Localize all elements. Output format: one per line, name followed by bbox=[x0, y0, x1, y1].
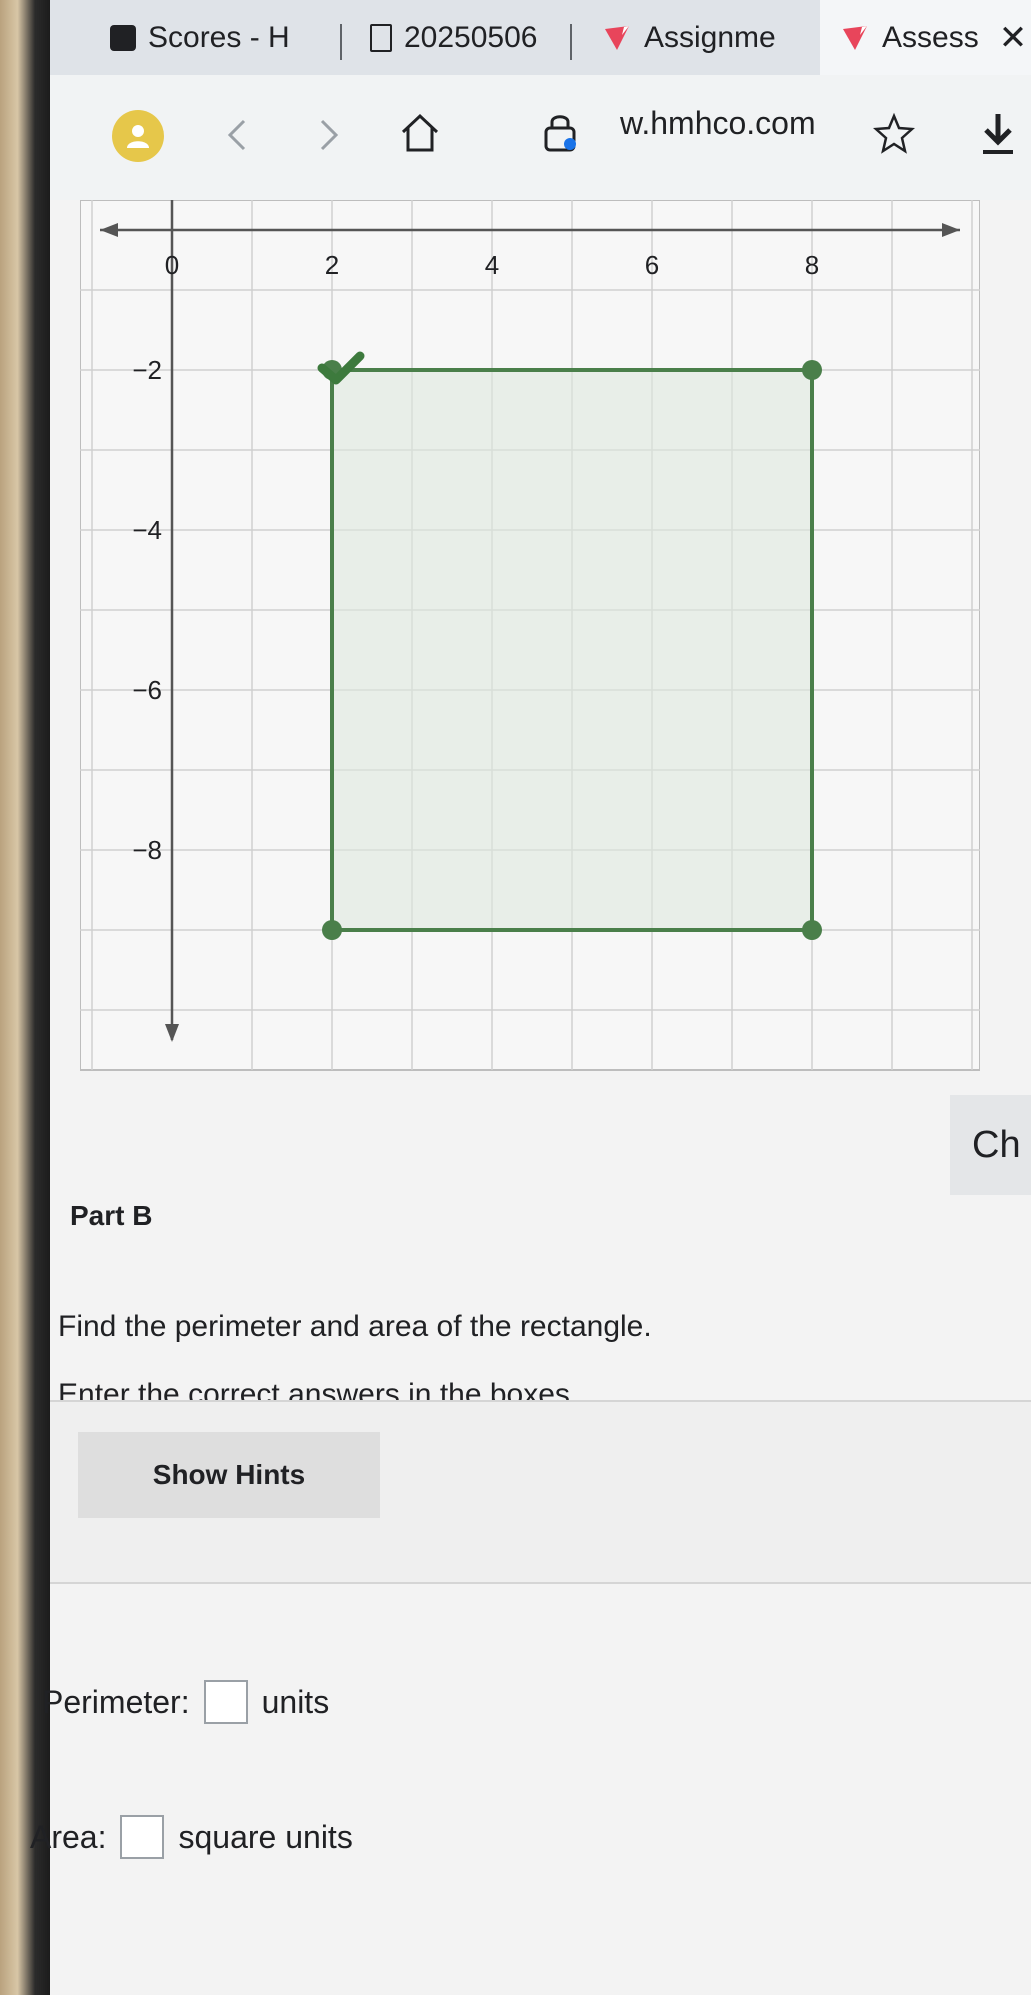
area-input[interactable] bbox=[120, 1815, 165, 1859]
star-icon bbox=[873, 112, 915, 154]
site-security-button[interactable] bbox=[530, 103, 590, 163]
browser-tab-strip: Scores - H 20250506 Assignme Assess ✕ bbox=[50, 0, 1031, 75]
chevron-left-icon bbox=[227, 119, 246, 151]
favicon-square-icon bbox=[110, 24, 136, 51]
close-tab-icon[interactable]: ✕ bbox=[999, 18, 1028, 58]
tab-document[interactable]: 20250506 bbox=[370, 0, 610, 75]
hint-panel: Show Hints bbox=[50, 1400, 1031, 1584]
y-tick-label: −8 bbox=[132, 835, 162, 865]
perimeter-input[interactable] bbox=[203, 1680, 248, 1724]
perimeter-row: Perimeter: units bbox=[42, 1680, 329, 1724]
download-icon bbox=[983, 114, 1013, 154]
y-tick-label: −6 bbox=[132, 675, 162, 705]
tab-label: Assignme bbox=[644, 20, 776, 54]
x-tick-label: 2 bbox=[325, 250, 339, 280]
document-icon bbox=[370, 23, 392, 52]
download-button[interactable] bbox=[970, 105, 1026, 165]
vertex-point[interactable] bbox=[802, 360, 822, 380]
tab-scores[interactable]: Scores - H bbox=[110, 0, 375, 75]
tab-label: Scores - H bbox=[148, 20, 290, 54]
tab-separator bbox=[340, 24, 342, 60]
area-row: Area: square units bbox=[30, 1815, 353, 1859]
area-unit: square units bbox=[178, 1818, 353, 1855]
page-content: 0 2 4 6 8 −2 −4 −6 −8 0 2 4 6 8 −2 −4 −6 −8 Ch P… bbox=[30, 199, 1031, 1995]
x-tick-label: 0 bbox=[165, 250, 179, 280]
user-icon bbox=[127, 125, 149, 148]
x-tick-label: 6 bbox=[645, 250, 659, 280]
part-heading: Part B bbox=[70, 1200, 153, 1231]
home-icon bbox=[401, 113, 439, 152]
perimeter-unit: units bbox=[261, 1683, 330, 1720]
x-tick-label: 4 bbox=[485, 250, 499, 280]
coordinate-graph[interactable]: 0 2 4 6 8 −2 −4 −6 −8 0 2 4 6 8 −2 −4 −6 −8 bbox=[79, 199, 981, 1080]
y-tick-label: −4 bbox=[132, 515, 162, 545]
address-bar[interactable]: w.hmhco.com bbox=[620, 105, 816, 142]
vertex-point[interactable] bbox=[802, 920, 822, 940]
tab-separator bbox=[570, 24, 572, 60]
graph-canvas[interactable]: 0 2 4 6 8 −2 −4 −6 −8 bbox=[79, 199, 981, 1080]
browser-toolbar: w.hmhco.com bbox=[50, 75, 1031, 200]
hmh-logo-icon bbox=[605, 25, 629, 50]
hmh-logo-icon bbox=[843, 25, 867, 50]
forward-button[interactable] bbox=[300, 107, 356, 163]
profile-avatar[interactable] bbox=[112, 110, 164, 162]
tab-assessment[interactable]: Assess ✕ bbox=[820, 0, 1031, 75]
home-button[interactable] bbox=[390, 103, 450, 163]
perimeter-label: Perimeter: bbox=[42, 1683, 190, 1720]
x-tick-label: 8 bbox=[805, 250, 819, 280]
rectangle-shape[interactable] bbox=[322, 360, 822, 940]
tab-assignment[interactable]: Assignme bbox=[602, 0, 802, 75]
area-label: Area: bbox=[30, 1818, 107, 1855]
tab-label: Assess bbox=[882, 20, 979, 54]
side-panel-tab[interactable]: Ch bbox=[950, 1095, 1031, 1195]
question-prompt: Find the perimeter and area of the recta… bbox=[58, 1310, 652, 1343]
show-hints-button[interactable]: Show Hints bbox=[78, 1432, 380, 1518]
y-tick-label: −2 bbox=[132, 355, 162, 385]
chevron-right-icon bbox=[320, 119, 339, 151]
bookmark-button[interactable] bbox=[866, 105, 922, 161]
lock-icon bbox=[544, 115, 576, 152]
tab-label: 20250506 bbox=[404, 20, 538, 54]
back-button[interactable] bbox=[210, 107, 266, 163]
rectangle bbox=[330, 368, 814, 932]
vertex-point[interactable] bbox=[322, 920, 342, 940]
